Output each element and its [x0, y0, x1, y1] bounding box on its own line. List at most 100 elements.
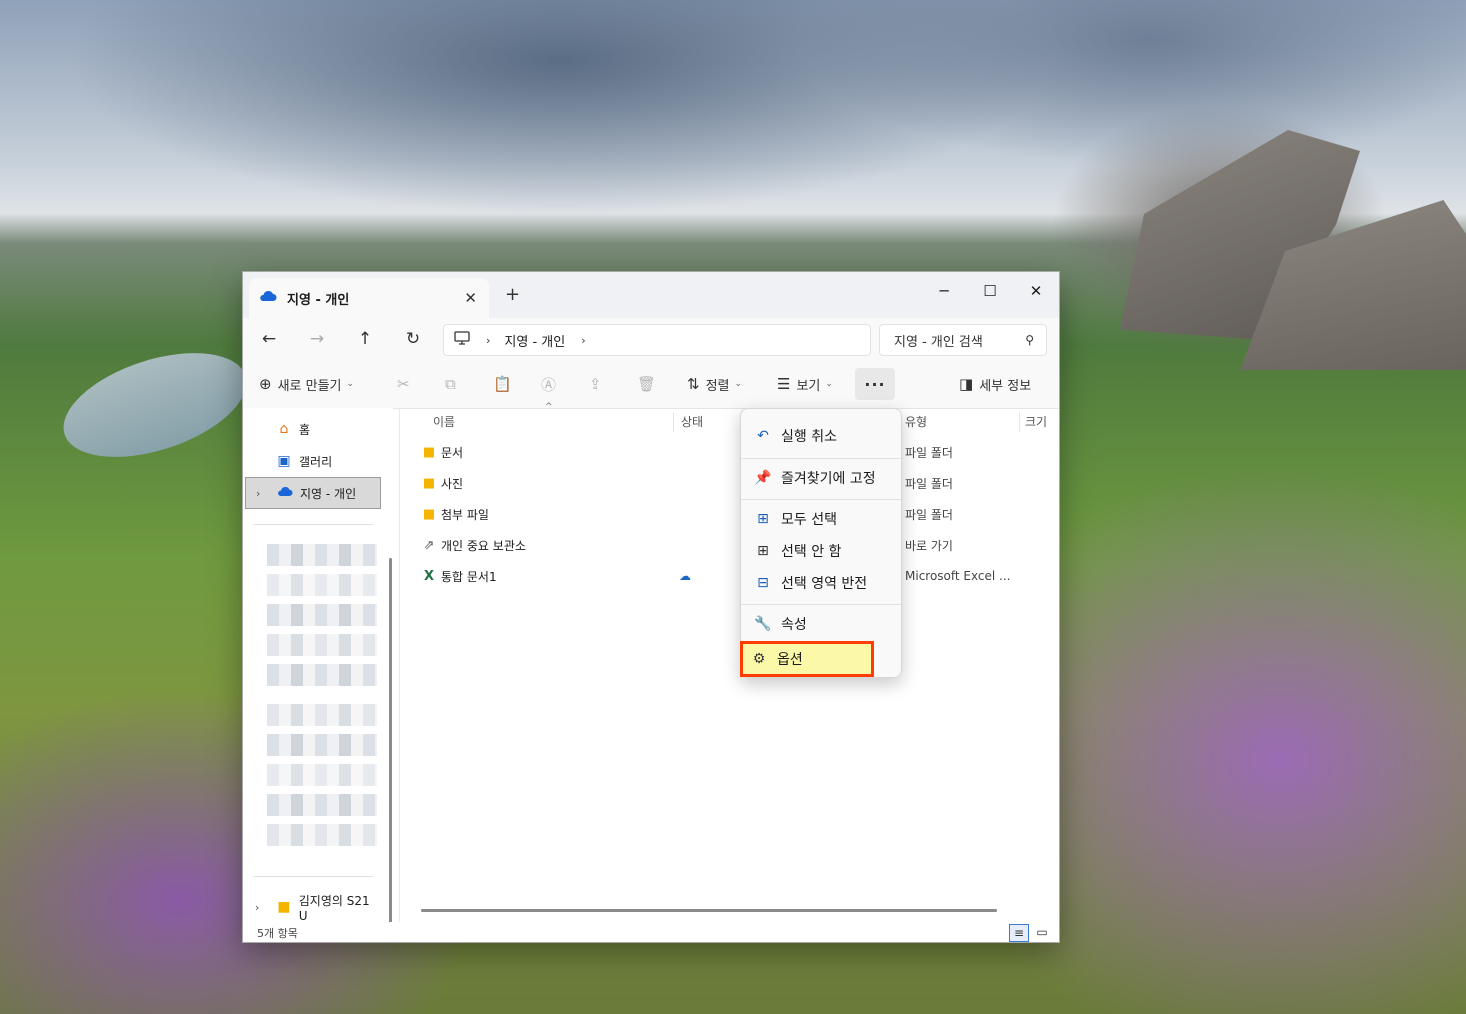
- sort-icon: ⇅: [687, 375, 700, 393]
- chevron-right-icon[interactable]: ›: [256, 487, 260, 500]
- view-list-icon: ☰: [777, 375, 791, 393]
- chevron-down-icon: ⌄: [825, 379, 833, 389]
- paste-button[interactable]: 📋: [493, 368, 518, 400]
- table-row[interactable]: ■ 사진 파일 폴더: [401, 469, 1041, 497]
- sidebar-scrollbar[interactable]: [389, 558, 392, 933]
- more-options-button[interactable]: ···: [855, 368, 895, 400]
- file-type: 바로 가기: [905, 538, 953, 553]
- rename-icon: Ⓐ: [541, 375, 557, 394]
- folder-icon: ■: [422, 444, 436, 460]
- search-input[interactable]: 지영 - 개인 검색: [894, 331, 983, 350]
- delete-button[interactable]: 🗑: [637, 368, 662, 400]
- gear-icon: ⚙: [752, 651, 766, 667]
- table-row[interactable]: X 통합 문서1 ☁ Microsoft Excel ...: [401, 562, 1041, 590]
- sidebar-item-label: 홈: [299, 422, 311, 437]
- sidebar-item-device[interactable]: › ■ 김지영의 S21 U: [245, 892, 381, 923]
- column-header-name[interactable]: 이름: [433, 410, 455, 434]
- menu-item-properties[interactable]: 🔧 속성: [745, 609, 895, 639]
- table-row[interactable]: ■ 첨부 파일 파일 폴더: [401, 500, 1041, 528]
- new-label: 새로 만들기: [277, 378, 342, 394]
- menu-item-select-none[interactable]: ⊞ 선택 안 함: [745, 536, 895, 566]
- sidebar-item-label: 김지영의 S21 U: [298, 893, 370, 923]
- file-explorer-window: 지영 - 개인 ✕ + ─ ☐ ✕ ← → ↑ ↻ › 지영 - 개인 › 지영…: [242, 271, 1060, 943]
- onedrive-icon: [276, 485, 294, 501]
- share-button[interactable]: ⇪: [589, 368, 608, 400]
- back-button[interactable]: ←: [253, 326, 285, 352]
- chevron-right-icon[interactable]: ›: [581, 334, 585, 347]
- tab-active[interactable]: 지영 - 개인 ✕: [249, 278, 489, 318]
- file-name: 개인 중요 보관소: [441, 538, 526, 553]
- menu-item-label: 선택 영역 반전: [781, 576, 868, 592]
- gallery-icon: ▣: [277, 453, 291, 469]
- details-pane-icon: ◨: [959, 375, 974, 393]
- sidebar-item-gallery[interactable]: ▣ 갤러리: [245, 446, 381, 476]
- menu-divider: [741, 458, 901, 459]
- blurred-item: [267, 794, 377, 816]
- chevron-right-icon[interactable]: ›: [255, 901, 259, 914]
- sidebar-item-onedrive[interactable]: › 지영 - 개인: [245, 477, 381, 509]
- folder-icon: ■: [422, 475, 436, 491]
- forward-button[interactable]: →: [301, 326, 333, 352]
- new-tab-button[interactable]: +: [505, 284, 520, 305]
- excel-icon: X: [423, 568, 435, 584]
- navigation-bar: ← → ↑ ↻ › 지영 - 개인 › 지영 - 개인 검색 ⚲: [243, 318, 1059, 360]
- tiles-view-button[interactable]: ▭: [1033, 924, 1051, 940]
- up-button[interactable]: ↑: [349, 326, 381, 352]
- column-header-size[interactable]: 크기: [1025, 410, 1047, 434]
- column-header-status[interactable]: 상태: [681, 410, 703, 434]
- table-row[interactable]: ⇗ 개인 중요 보관소 바로 가기: [401, 531, 1041, 559]
- blurred-item: [267, 734, 377, 756]
- menu-item-label: 속성: [781, 617, 807, 633]
- search-icon: ⚲: [1025, 333, 1034, 347]
- details-label: 세부 정보: [979, 378, 1032, 394]
- refresh-button[interactable]: ↻: [397, 326, 429, 352]
- navigation-pane: ⌂ 홈 ▣ 갤러리 › 지영 - 개인 › ■ 김지영의 S21 U: [243, 408, 393, 933]
- details-pane-button[interactable]: ◨ 세부 정보: [959, 368, 1031, 400]
- close-window-button[interactable]: ✕: [1013, 278, 1059, 304]
- address-bar[interactable]: › 지영 - 개인 ›: [443, 324, 871, 356]
- blurred-item: [267, 704, 377, 726]
- menu-item-select-all[interactable]: ⊞ 모두 선택: [745, 504, 895, 534]
- share-icon: ⇪: [589, 375, 602, 393]
- menu-item-options[interactable]: ⚙ 옵션: [740, 641, 874, 677]
- computer-icon: [454, 331, 470, 349]
- minimize-button[interactable]: ─: [921, 278, 967, 304]
- menu-divider: [741, 499, 901, 500]
- add-circle-icon: ⊕: [259, 375, 272, 393]
- new-button[interactable]: ⊕ 새로 만들기 ⌄: [259, 368, 354, 400]
- menu-item-label: 모두 선택: [781, 512, 837, 528]
- sort-button[interactable]: ⇅ 정렬 ⌄: [687, 368, 742, 400]
- sidebar-item-home[interactable]: ⌂ 홈: [245, 414, 381, 444]
- wallpaper-lake: [50, 332, 260, 478]
- file-name: 첨부 파일: [441, 507, 489, 522]
- menu-item-pin[interactable]: 📌 즐겨찾기에 고정: [745, 463, 895, 493]
- search-box[interactable]: 지영 - 개인 검색 ⚲: [879, 324, 1047, 356]
- folder-icon: ■: [422, 506, 436, 522]
- file-type: 파일 폴더: [905, 476, 953, 491]
- menu-item-invert-selection[interactable]: ⊟ 선택 영역 반전: [745, 568, 895, 598]
- rename-button[interactable]: Ⓐ: [541, 368, 562, 400]
- table-row[interactable]: ■ 문서 파일 폴더: [401, 438, 1041, 466]
- view-label: 보기: [796, 378, 821, 394]
- horizontal-scrollbar[interactable]: [421, 909, 997, 912]
- blurred-item: [267, 544, 377, 566]
- details-view-button[interactable]: ≡: [1009, 924, 1029, 942]
- cut-button[interactable]: ✂: [397, 368, 416, 400]
- tab-close-icon[interactable]: ✕: [464, 289, 477, 307]
- shortcut-icon: ⇗: [423, 537, 435, 553]
- chevron-right-icon: ›: [486, 333, 491, 347]
- menu-divider: [741, 604, 901, 605]
- menu-item-undo[interactable]: ↶ 실행 취소: [745, 421, 895, 451]
- folder-icon: ■: [277, 899, 291, 915]
- view-button[interactable]: ☰ 보기 ⌄: [777, 368, 833, 400]
- undo-icon: ↶: [757, 428, 769, 444]
- file-name: 통합 문서1: [441, 569, 497, 584]
- pane-divider: [399, 408, 400, 922]
- breadcrumb[interactable]: 지영 - 개인: [504, 331, 565, 350]
- file-name: 사진: [441, 476, 464, 491]
- blurred-item: [267, 574, 377, 596]
- invert-selection-icon: ⊟: [757, 575, 769, 591]
- maximize-button[interactable]: ☐: [967, 278, 1013, 304]
- column-header-type[interactable]: 유형: [905, 410, 927, 434]
- copy-button[interactable]: ⧉: [445, 368, 462, 400]
